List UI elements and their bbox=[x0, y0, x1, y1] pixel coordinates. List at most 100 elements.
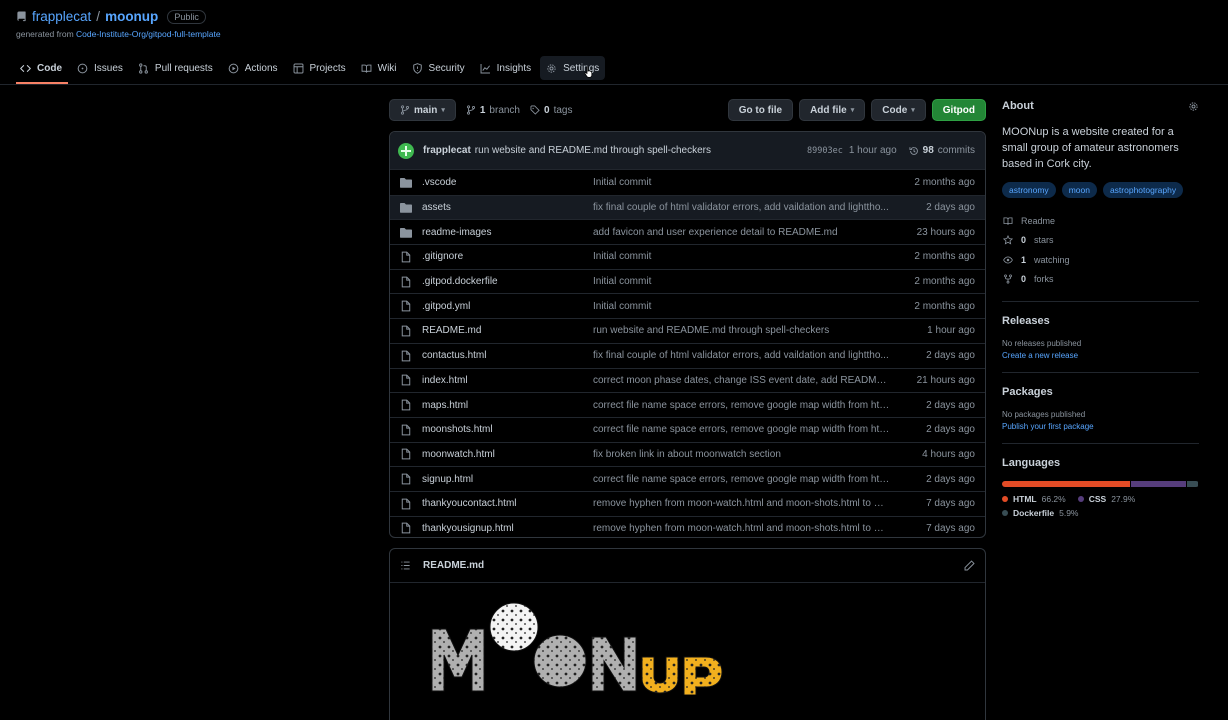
file-row[interactable]: README.md run website and README.md throu… bbox=[390, 318, 985, 343]
file-commit-message-link[interactable]: add favicon and user experience detail t… bbox=[593, 227, 905, 238]
topic-tag[interactable]: moon bbox=[1061, 182, 1097, 198]
file-name-link[interactable]: index.html bbox=[422, 375, 593, 386]
file-commit-message-link[interactable]: fix broken link in about moonwatch secti… bbox=[593, 449, 905, 460]
file-commit-message-link[interactable]: Initial commit bbox=[593, 251, 905, 262]
tags-link[interactable]: 0 tags bbox=[530, 105, 572, 116]
file-commit-message-link[interactable]: remove hyphen from moon-watch.html and m… bbox=[593, 498, 905, 509]
packages-heading[interactable]: Packages bbox=[1002, 386, 1199, 398]
file-row[interactable]: moonshots.html correct file name space er… bbox=[390, 416, 985, 442]
tab-code[interactable]: Code bbox=[14, 56, 68, 84]
file-commit-message-link[interactable]: correct moon phase dates, change ISS eve… bbox=[593, 375, 905, 386]
file-name-link[interactable]: moonshots.html bbox=[422, 424, 593, 435]
tab-pull-requests[interactable]: Pull requests bbox=[132, 56, 219, 80]
template-link[interactable]: Code-Institute-Org/gitpod-full-template bbox=[76, 29, 221, 39]
file-row[interactable]: .gitpod.yml Initial commit 2 months ago bbox=[390, 293, 985, 318]
code-button[interactable]: Code ▾ bbox=[871, 99, 926, 121]
file-row[interactable]: contactus.html fix final couple of html v… bbox=[390, 342, 985, 368]
tab-security[interactable]: Security bbox=[406, 56, 471, 80]
language-item[interactable]: Dockerfile 5.9% bbox=[1002, 508, 1078, 518]
file-name-link[interactable]: .vscode bbox=[422, 177, 593, 188]
file-commit-message-link[interactable]: Initial commit bbox=[593, 177, 905, 188]
repo-owner-link[interactable]: frapplecat bbox=[32, 9, 91, 24]
create-release-link[interactable]: Create a new release bbox=[1002, 351, 1199, 360]
file-row[interactable]: thankyoucontact.html remove hyphen from m… bbox=[390, 490, 985, 516]
commits-history-link[interactable]: 98 commits bbox=[909, 145, 975, 156]
tab-wiki[interactable]: Wiki bbox=[355, 56, 403, 80]
forks-link[interactable]: 0 forks bbox=[1002, 270, 1199, 290]
tab-insights[interactable]: Insights bbox=[474, 56, 537, 80]
file-row[interactable]: .gitignore Initial commit 2 months ago bbox=[390, 244, 985, 269]
file-commit-message-link[interactable]: remove hyphen from moon-watch.html and m… bbox=[593, 523, 905, 534]
sidebar-divider bbox=[1002, 372, 1199, 373]
language-dot-icon bbox=[1002, 496, 1008, 502]
branches-link[interactable]: 1 branch bbox=[466, 105, 520, 116]
file-name-link[interactable]: maps.html bbox=[422, 400, 593, 411]
sidebar-divider bbox=[1002, 301, 1199, 302]
branch-select-button[interactable]: main ▾ bbox=[389, 99, 456, 121]
tab-issues[interactable]: Issues bbox=[71, 56, 129, 80]
list-icon[interactable] bbox=[400, 560, 411, 571]
file-commit-message-link[interactable]: correct file name space errors, remove g… bbox=[593, 474, 905, 485]
topic-list: astronomy moon astrophotography bbox=[1002, 182, 1199, 198]
avatar[interactable] bbox=[398, 142, 414, 159]
stars-link[interactable]: 0 stars bbox=[1002, 231, 1199, 251]
gear-icon[interactable] bbox=[1188, 101, 1199, 112]
file-row[interactable]: assets fix final couple of html validator… bbox=[390, 194, 985, 220]
file-icon bbox=[400, 498, 412, 510]
file-commit-message-link[interactable]: Initial commit bbox=[593, 301, 905, 312]
file-commit-message-link[interactable]: Initial commit bbox=[593, 276, 905, 287]
gitpod-button[interactable]: Gitpod bbox=[931, 99, 986, 121]
repo-header: frapplecat / moonup Public generated fro… bbox=[16, 9, 221, 39]
file-name-link[interactable]: moonwatch.html bbox=[422, 449, 593, 460]
visibility-badge: Public bbox=[167, 9, 206, 24]
file-commit-message-link[interactable]: run website and README.md through spell-… bbox=[593, 325, 905, 336]
language-item[interactable]: HTML 66.2% bbox=[1002, 494, 1066, 504]
publish-package-link[interactable]: Publish your first package bbox=[1002, 422, 1199, 431]
file-name-link[interactable]: assets bbox=[422, 202, 593, 213]
watchers-link[interactable]: 1 watching bbox=[1002, 250, 1199, 270]
commit-message-link[interactable]: run website and README.md through spell-… bbox=[475, 145, 711, 156]
file-name-link[interactable]: .gitpod.dockerfile bbox=[422, 276, 593, 287]
file-row[interactable]: index.html correct moon phase dates, chan… bbox=[390, 367, 985, 393]
releases-heading[interactable]: Releases bbox=[1002, 315, 1199, 327]
file-row[interactable]: thankyousignup.html remove hyphen from mo… bbox=[390, 515, 985, 537]
go-to-file-button[interactable]: Go to file bbox=[727, 99, 794, 121]
file-name-link[interactable]: README.md bbox=[422, 325, 593, 336]
file-commit-message-link[interactable]: fix final couple of html validator error… bbox=[593, 350, 905, 361]
file-name-link[interactable]: .gitignore bbox=[422, 251, 593, 262]
file-name-link[interactable]: thankyoucontact.html bbox=[422, 498, 593, 509]
file-commit-message-link[interactable]: correct file name space errors, remove g… bbox=[593, 424, 905, 435]
file-name-link[interactable]: readme-images bbox=[422, 227, 593, 238]
folder-icon bbox=[400, 202, 412, 213]
topic-tag[interactable]: astrophotography bbox=[1102, 182, 1184, 198]
branch-icon bbox=[466, 105, 476, 115]
tab-settings[interactable]: Settings bbox=[540, 56, 606, 80]
pull-request-icon bbox=[138, 62, 149, 74]
tab-projects[interactable]: Projects bbox=[287, 56, 352, 80]
file-commit-message-link[interactable]: correct file name space errors, remove g… bbox=[593, 400, 905, 411]
commit-sha-link[interactable]: 89903ec bbox=[807, 146, 843, 156]
pencil-icon[interactable] bbox=[964, 560, 975, 571]
chevron-down-icon: ▾ bbox=[911, 107, 915, 114]
file-name-link[interactable]: contactus.html bbox=[422, 350, 593, 361]
file-name-link[interactable]: .gitpod.yml bbox=[422, 301, 593, 312]
language-item[interactable]: CSS 27.9% bbox=[1077, 494, 1135, 504]
file-row[interactable]: readme-images add favicon and user experi… bbox=[390, 219, 985, 244]
file-row[interactable]: moonwatch.html fix broken link in about m… bbox=[390, 441, 985, 467]
topic-tag[interactable]: astronomy bbox=[1002, 182, 1056, 198]
file-name-link[interactable]: thankyousignup.html bbox=[422, 523, 593, 534]
commit-author-link[interactable]: frapplecat bbox=[423, 145, 471, 156]
repo-name-link[interactable]: moonup bbox=[105, 9, 158, 24]
readme-link[interactable]: Readme bbox=[1002, 211, 1199, 231]
readme-title: README.md bbox=[423, 560, 485, 571]
add-file-button[interactable]: Add file ▾ bbox=[799, 99, 866, 121]
file-commit-message-link[interactable]: fix final couple of html validator error… bbox=[593, 202, 905, 213]
file-row[interactable]: .vscode Initial commit 2 months ago bbox=[390, 170, 985, 195]
language-name: HTML bbox=[1013, 494, 1037, 504]
file-row[interactable]: signup.html correct file name space error… bbox=[390, 466, 985, 491]
shield-icon bbox=[412, 62, 423, 74]
file-name-link[interactable]: signup.html bbox=[422, 474, 593, 485]
file-row[interactable]: .gitpod.dockerfile Initial commit 2 months… bbox=[390, 268, 985, 294]
file-row[interactable]: maps.html correct file name space errors,… bbox=[390, 392, 985, 417]
tab-actions[interactable]: Actions bbox=[222, 56, 284, 80]
